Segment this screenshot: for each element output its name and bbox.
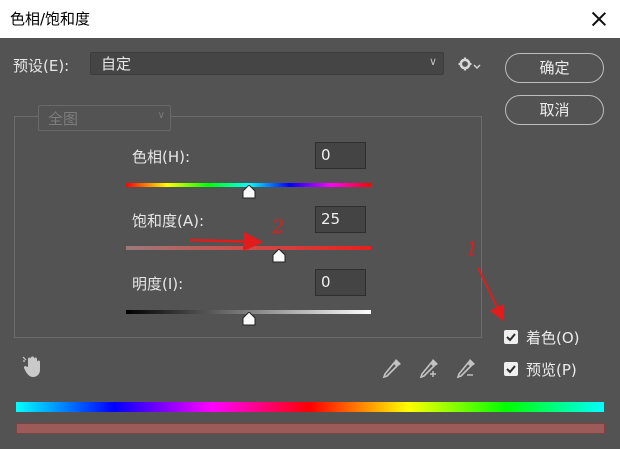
annotation-number-1: 1 [466, 238, 479, 260]
annotation-overlay [189, 231, 505, 322]
annotation-arrow-2 [189, 231, 263, 252]
annotation-arrow-1 [477, 267, 505, 322]
annotation-number-2: 2 [272, 216, 285, 238]
